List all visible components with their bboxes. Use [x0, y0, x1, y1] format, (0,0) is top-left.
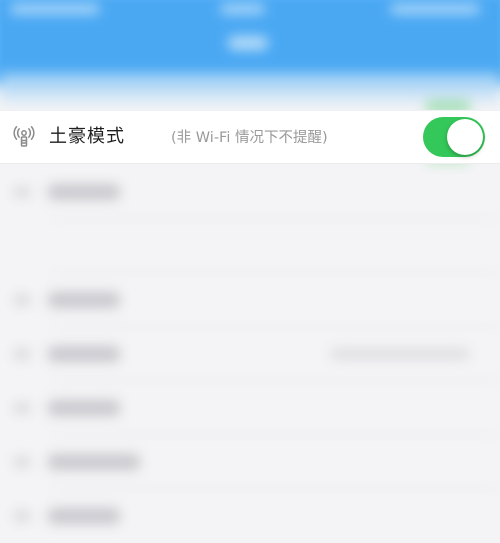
setting-hint: (非 Wi-Fi 情况下不提醒) — [171, 130, 328, 146]
antenna-icon — [13, 126, 35, 147]
list-item — [0, 435, 500, 489]
list-item — [0, 381, 500, 435]
status-bar-left — [10, 4, 100, 14]
list-item — [0, 327, 500, 381]
setting-title: 土豪模式 — [49, 126, 125, 147]
toggle-knob — [447, 119, 483, 155]
settings-list — [0, 165, 500, 543]
list-item — [0, 165, 500, 219]
rich-mode-toggle[interactable] — [423, 117, 485, 157]
status-bar-right — [390, 4, 480, 14]
blurred-background-app — [0, 0, 500, 524]
list-item — [0, 273, 500, 327]
list-item — [0, 489, 500, 543]
status-bar-center — [220, 4, 265, 14]
list-item — [0, 219, 500, 273]
nav-title — [228, 36, 268, 50]
